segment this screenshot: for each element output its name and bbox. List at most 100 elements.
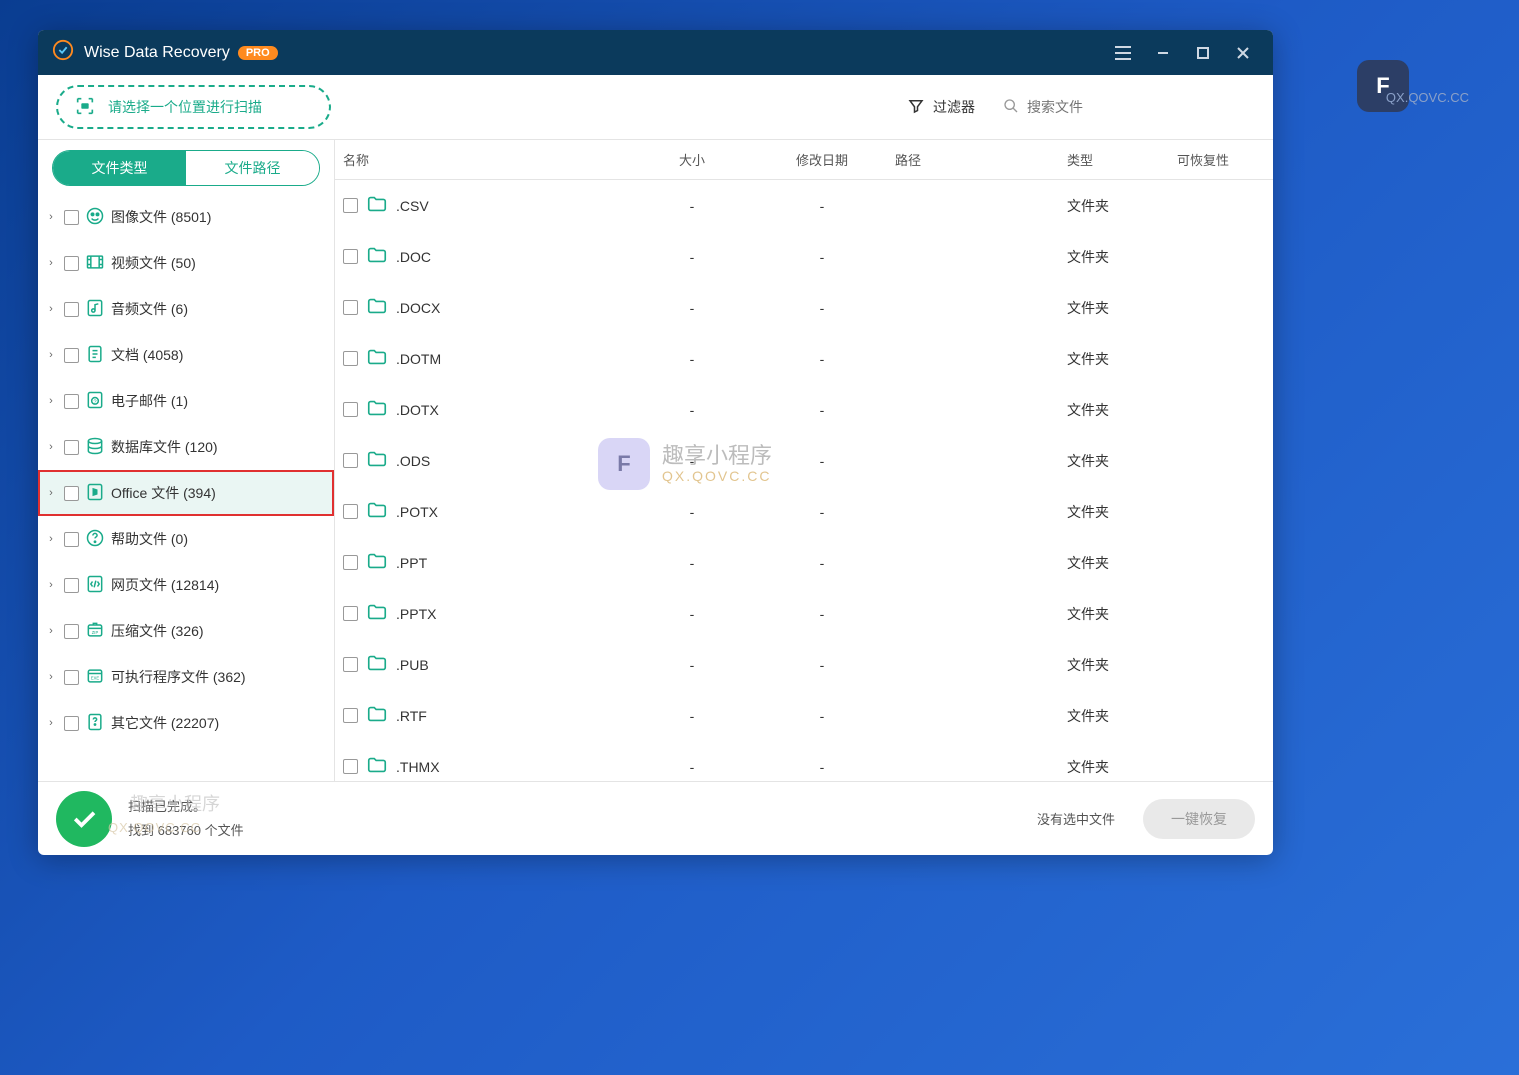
file-row[interactable]: .CSV--文件夹 [335, 180, 1273, 231]
expand-arrow-icon[interactable]: › [44, 717, 58, 729]
filter-label: 过滤器 [933, 97, 975, 117]
tree-item-audio[interactable]: ›音频文件 (6) [38, 286, 334, 332]
file-type: 文件夹 [1067, 655, 1177, 675]
file-row[interactable]: .DOTM--文件夹 [335, 333, 1273, 384]
menu-button[interactable] [1103, 30, 1143, 75]
tree-item-doc[interactable]: ›文档 (4058) [38, 332, 334, 378]
col-header-name[interactable]: 名称 [343, 150, 635, 169]
checkbox[interactable] [343, 300, 358, 315]
file-date: - [749, 198, 895, 214]
checkbox[interactable] [343, 759, 358, 774]
file-type: 文件夹 [1067, 706, 1177, 726]
checkbox[interactable] [64, 210, 79, 225]
file-type: 文件夹 [1067, 553, 1177, 573]
tree-item-help[interactable]: ›帮助文件 (0) [38, 516, 334, 562]
scan-location-button[interactable]: 请选择一个位置进行扫描 [56, 85, 331, 129]
tree-item-exe[interactable]: ›EXE可执行程序文件 (362) [38, 654, 334, 700]
watermark-center-text: 趣享小程序 [662, 438, 772, 470]
expand-arrow-icon[interactable]: › [44, 671, 58, 683]
checkbox[interactable] [64, 302, 79, 317]
checkbox[interactable] [64, 578, 79, 593]
checkbox[interactable] [343, 657, 358, 672]
file-date: - [749, 402, 895, 418]
expand-arrow-icon[interactable]: › [44, 303, 58, 315]
close-button[interactable] [1223, 30, 1263, 75]
expand-arrow-icon[interactable]: › [44, 487, 58, 499]
tree-item-zip[interactable]: ›ZIP压缩文件 (326) [38, 608, 334, 654]
file-row[interactable]: .THMX--文件夹 [335, 741, 1273, 781]
tree-item-db[interactable]: ›数据库文件 (120) [38, 424, 334, 470]
expand-arrow-icon[interactable]: › [44, 211, 58, 223]
file-date: - [749, 249, 895, 265]
file-row[interactable]: .RTF--文件夹 [335, 690, 1273, 741]
tree-item-label: 网页文件 (12814) [111, 575, 324, 595]
expand-arrow-icon[interactable]: › [44, 395, 58, 407]
col-header-size[interactable]: 大小 [635, 150, 749, 169]
search-box[interactable] [995, 92, 1255, 123]
tree-item-image[interactable]: › 图像文件 (8501) [38, 194, 334, 240]
tab-file-path[interactable]: 文件路径 [186, 151, 319, 185]
file-row[interactable]: .DOC--文件夹 [335, 231, 1273, 282]
recover-button[interactable]: 一键恢复 [1143, 799, 1255, 839]
file-row[interactable]: .POTX--文件夹 [335, 486, 1273, 537]
file-row[interactable]: .DOCX--文件夹 [335, 282, 1273, 333]
checkbox[interactable] [343, 351, 358, 366]
file-row[interactable]: .DOTX--文件夹 [335, 384, 1273, 435]
checkbox[interactable] [64, 440, 79, 455]
file-row[interactable]: .PPTX--文件夹 [335, 588, 1273, 639]
checkbox[interactable] [343, 198, 358, 213]
checkbox[interactable] [343, 504, 358, 519]
checkbox[interactable] [343, 708, 358, 723]
expand-arrow-icon[interactable]: › [44, 349, 58, 361]
expand-arrow-icon[interactable]: › [44, 441, 58, 453]
checkbox[interactable] [64, 624, 79, 639]
file-row[interactable]: .PUB--文件夹 [335, 639, 1273, 690]
checkbox[interactable] [343, 606, 358, 621]
tree-item-web[interactable]: › 网页文件 (12814) [38, 562, 334, 608]
other-icon [85, 712, 105, 735]
app-title: Wise Data Recovery [84, 44, 230, 62]
file-size: - [635, 759, 749, 775]
expand-arrow-icon[interactable]: › [44, 533, 58, 545]
checkbox[interactable] [343, 453, 358, 468]
col-header-recover[interactable]: 可恢复性 [1177, 150, 1273, 169]
filter-button[interactable]: 过滤器 [899, 91, 983, 124]
checkbox[interactable] [64, 486, 79, 501]
tab-file-type[interactable]: 文件类型 [53, 151, 186, 185]
file-type: 文件夹 [1067, 400, 1177, 420]
checkbox[interactable] [343, 402, 358, 417]
content-area: 文件类型 文件路径 › 图像文件 (8501) ›视频文件 (50)›音频文件 (6… [38, 139, 1273, 781]
file-row[interactable]: .ODS--文件夹 [335, 435, 1273, 486]
tree-item-video[interactable]: ›视频文件 (50) [38, 240, 334, 286]
video-icon [85, 252, 105, 275]
checkbox[interactable] [64, 394, 79, 409]
file-name: .RTF [396, 708, 427, 724]
maximize-button[interactable] [1183, 30, 1223, 75]
search-input[interactable] [1027, 99, 1247, 115]
expand-arrow-icon[interactable]: › [44, 257, 58, 269]
checkbox[interactable] [64, 716, 79, 731]
tree-item-label: 图像文件 (8501) [111, 207, 324, 227]
checkbox[interactable] [64, 348, 79, 363]
checkbox[interactable] [343, 555, 358, 570]
checkbox[interactable] [64, 532, 79, 547]
col-header-type[interactable]: 类型 [1067, 150, 1177, 169]
expand-arrow-icon[interactable]: › [44, 579, 58, 591]
tree-item-other[interactable]: ›其它文件 (22207) [38, 700, 334, 746]
file-row[interactable]: .PPT--文件夹 [335, 537, 1273, 588]
checkbox[interactable] [64, 670, 79, 685]
checkbox[interactable] [64, 256, 79, 271]
tree-item-mail[interactable]: ›?电子邮件 (1) [38, 378, 334, 424]
toolbar: 请选择一个位置进行扫描 过滤器 [38, 75, 1273, 139]
tree-item-office[interactable]: ›Office 文件 (394) [38, 470, 334, 516]
file-size: - [635, 198, 749, 214]
col-header-date[interactable]: 修改日期 [749, 150, 895, 169]
file-date: - [749, 606, 895, 622]
minimize-button[interactable] [1143, 30, 1183, 75]
statusbar: 扫描已完成。 找到 683760 个文件 没有选中文件 一键恢复 [38, 781, 1273, 855]
file-size: - [635, 351, 749, 367]
expand-arrow-icon[interactable]: › [44, 625, 58, 637]
checkbox[interactable] [343, 249, 358, 264]
col-header-path[interactable]: 路径 [895, 150, 1067, 169]
watermark-center-icon: F [598, 438, 650, 490]
